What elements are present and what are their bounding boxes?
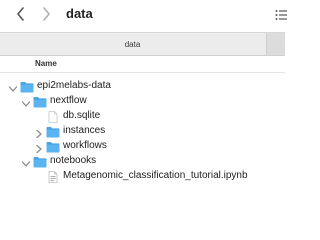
list-view-button[interactable] bbox=[275, 8, 287, 20]
tree-row-metagenomic-classification-tutorial-ipynb[interactable]: Metagenomic_classification_tutorial.ipyn… bbox=[0, 169, 285, 184]
tree-item-label: db.sqlite bbox=[63, 110, 101, 121]
tree-row-instances[interactable]: instances bbox=[0, 124, 285, 139]
tab-data[interactable]: data bbox=[0, 33, 265, 55]
tree-item-label: epi2melabs-data bbox=[37, 80, 111, 91]
chevron-right-icon[interactable] bbox=[34, 141, 44, 154]
name-column-header[interactable]: Name bbox=[35, 59, 57, 68]
tree-row-epi2melabs-data[interactable]: epi2melabs-data bbox=[0, 79, 285, 94]
column-header: Name bbox=[0, 56, 285, 73]
chevron-right-icon[interactable] bbox=[34, 126, 44, 139]
forward-button[interactable] bbox=[38, 5, 54, 23]
tree-row-db-sqlite[interactable]: db.sqlite bbox=[0, 109, 285, 124]
window-title: data bbox=[66, 6, 93, 21]
folder-icon bbox=[20, 80, 34, 93]
tree-item-label: workflows bbox=[63, 140, 107, 151]
folder-icon bbox=[46, 125, 60, 138]
list-view-icon bbox=[275, 10, 287, 20]
tree-item-label: Metagenomic_classification_tutorial.ipyn… bbox=[63, 170, 248, 181]
chevron-down-icon[interactable] bbox=[8, 81, 18, 92]
chevron-left-icon bbox=[16, 7, 24, 21]
folder-icon bbox=[33, 155, 47, 168]
tree-item-label: nextflow bbox=[50, 95, 87, 106]
finder-toolbar: data bbox=[0, 0, 287, 30]
chevron-down-icon[interactable] bbox=[21, 156, 31, 167]
chevron-right-icon bbox=[42, 7, 50, 21]
tree-row-nextflow[interactable]: nextflow bbox=[0, 94, 285, 109]
chevron-down-icon[interactable] bbox=[21, 96, 31, 107]
tab-bar: data bbox=[0, 32, 285, 56]
back-button[interactable] bbox=[12, 5, 28, 23]
document-icon bbox=[46, 170, 60, 183]
file-icon bbox=[46, 110, 60, 123]
tree-row-workflows[interactable]: workflows bbox=[0, 139, 285, 154]
tree-item-label: notebooks bbox=[50, 155, 97, 166]
folder-icon bbox=[46, 140, 60, 153]
folder-icon bbox=[33, 95, 47, 108]
tree-row-notebooks[interactable]: notebooks bbox=[0, 154, 285, 169]
new-tab-area[interactable] bbox=[266, 33, 285, 55]
tree-item-label: instances bbox=[63, 125, 106, 136]
